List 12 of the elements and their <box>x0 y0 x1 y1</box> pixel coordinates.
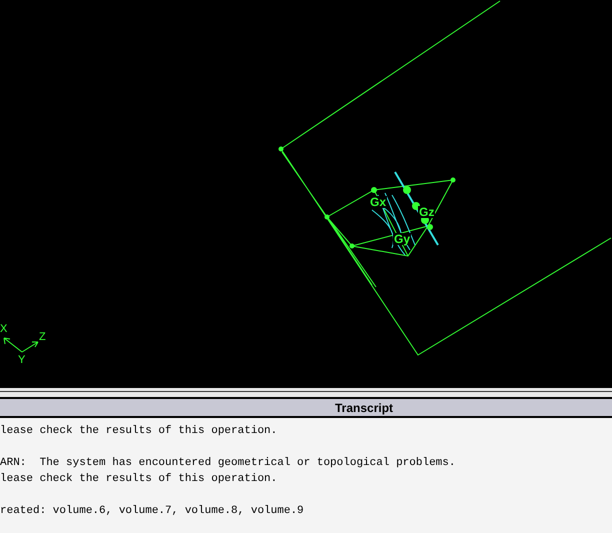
transcript-line: lease check the results of this operation. <box>0 472 278 487</box>
axis-label: Y <box>18 355 26 366</box>
axis-label: X <box>0 324 8 335</box>
panel-title: Transcript <box>335 400 394 416</box>
entity-label: Gz <box>418 206 436 218</box>
entity-label: Gx <box>369 196 388 208</box>
entity-label: Gy <box>393 233 412 245</box>
axis-triad-icon <box>4 338 38 352</box>
transcript-line: reated: volume.6, volume.7, volume.8, volume.9 <box>0 504 305 519</box>
transcript-line: lease check the results of this operation. <box>0 424 278 439</box>
axis-label: Z <box>39 332 46 343</box>
transcript-line: ARN: The system has encountered geometrical or topological problems. <box>0 456 456 471</box>
